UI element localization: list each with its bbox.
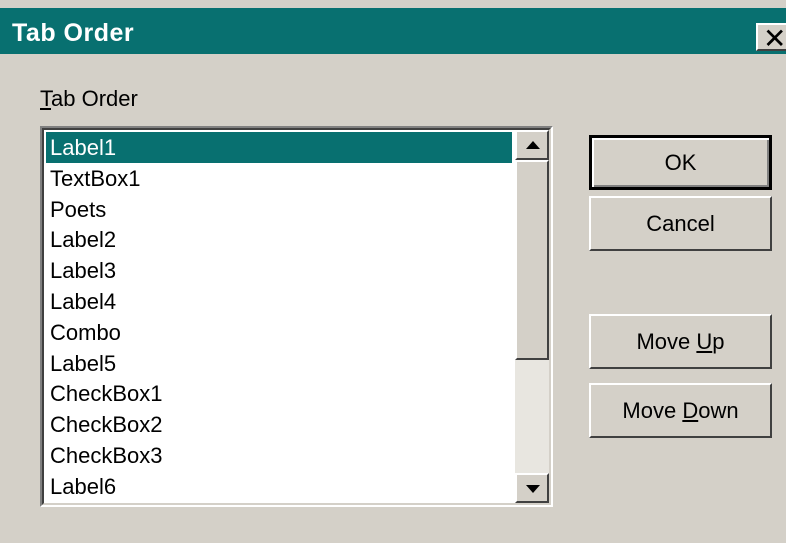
list-item[interactable]: CheckBox2 [46,409,512,440]
list-item[interactable]: Label2 [46,224,512,255]
scroll-up-button[interactable] [515,130,549,160]
list-item[interactable]: Label4 [46,286,512,317]
list-item[interactable]: Label3 [46,255,512,286]
cancel-button[interactable]: Cancel [589,196,772,251]
move-up-rest: p [712,329,725,354]
dialog-title: Tab Order [12,19,135,47]
list-item[interactable]: Combo [46,317,512,348]
list-item[interactable]: Poets [46,194,512,225]
list-item[interactable]: CheckBox3 [46,440,512,471]
move-down-hotkey: D [682,398,699,423]
list-item[interactable]: Label5 [46,348,512,379]
close-icon: ✕ [763,22,786,55]
scroll-thumb[interactable] [515,160,549,360]
list-item[interactable]: Label1 [46,132,512,163]
list-items: Label1 TextBox1 Poets Label2 Label3 Labe… [46,132,512,502]
vertical-scrollbar[interactable] [515,130,549,503]
close-button[interactable]: ✕ [756,22,786,55]
tab-order-list[interactable]: Label1 TextBox1 Poets Label2 Label3 Labe… [40,126,553,507]
move-down-button[interactable]: Move Down [589,383,772,438]
chevron-up-icon [526,141,540,149]
chevron-down-icon [526,485,540,493]
list-item[interactable]: Label6 [46,471,512,502]
ok-button[interactable]: OK [589,135,772,190]
label-rest: ab Order [51,86,138,111]
move-down-rest: own [698,398,739,423]
label-hotkey: T [40,86,51,111]
list-item[interactable]: CheckBox1 [46,378,512,409]
move-up-prefix: Move [636,329,697,354]
title-bar[interactable]: Tab Order ✕ [0,8,786,55]
scroll-down-button[interactable] [515,473,549,503]
move-up-button[interactable]: Move Up [589,314,772,369]
list-item[interactable]: TextBox1 [46,163,512,194]
tab-order-dialog: Tab Order ✕ Tab Order Label1 TextBox1 Po… [0,0,786,543]
tab-order-label: Tab Order [40,86,138,112]
move-up-hotkey: U [696,329,713,354]
move-down-prefix: Move [622,398,683,423]
